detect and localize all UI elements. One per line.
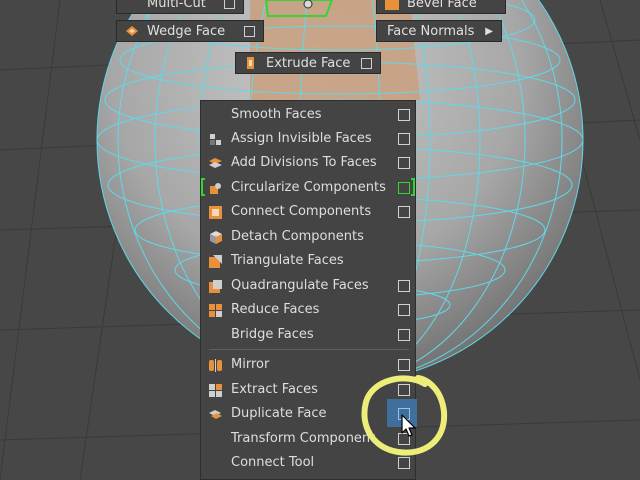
wedge-face-option-box[interactable]	[244, 25, 255, 37]
menu-item-label: Add Divisions To Faces	[231, 155, 377, 170]
menu-item-label: Bridge Faces	[231, 327, 314, 342]
highlight-bracket-left	[201, 178, 205, 196]
menu-divider	[209, 349, 409, 350]
bevel-face-label: Bevel Face	[407, 0, 477, 11]
menu-item-label: Smooth Faces	[231, 107, 322, 122]
add-divisions-icon	[209, 158, 222, 168]
menu-item-label: Assign Invisible Faces	[231, 131, 372, 146]
invisible-faces-icon	[210, 134, 221, 145]
mouse-cursor-icon	[401, 414, 416, 437]
menu-item-label: Triangulate Faces	[231, 253, 344, 268]
menu-item-label: Extract Faces	[231, 382, 318, 397]
menu-item-label: Reduce Faces	[231, 302, 320, 317]
mirror-icon	[209, 359, 222, 372]
bevel-face-item[interactable]: Bevel Face	[376, 0, 506, 14]
menu-item-label: Detach Components	[231, 229, 364, 244]
menu-item-quadrangulate-faces[interactable]: Quadrangulate Faces	[201, 274, 415, 298]
extrude-face-label: Extrude Face	[266, 55, 351, 71]
option-box[interactable]	[398, 329, 410, 341]
menu-item-add-divisions-to-faces[interactable]: Add Divisions To Faces	[201, 151, 415, 175]
menu-item-label: Duplicate Face	[231, 406, 327, 421]
option-box[interactable]	[398, 182, 410, 194]
wedge-face-item[interactable]: Wedge Face	[116, 20, 264, 42]
extrude-face-item[interactable]: Extrude Face	[235, 52, 381, 74]
option-box[interactable]	[398, 133, 410, 145]
bevel-face-icon	[385, 0, 399, 10]
menu-item-label: Quadrangulate Faces	[231, 278, 369, 293]
option-box[interactable]	[398, 109, 410, 121]
menu-item-label: Connect Tool	[231, 455, 315, 470]
option-box[interactable]	[398, 206, 410, 218]
extrude-face-option-box[interactable]	[361, 57, 372, 69]
menu-item-bridge-faces[interactable]: Bridge Faces	[201, 323, 415, 347]
menu-item-connect-components[interactable]: Connect Components	[201, 200, 415, 224]
menu-item-assign-invisible-faces[interactable]: Assign Invisible Faces	[201, 127, 415, 151]
duplicate-face-icon	[209, 410, 222, 419]
menu-item-detach-components[interactable]: Detach Components	[201, 225, 415, 249]
option-box[interactable]	[398, 304, 410, 316]
extrude-face-icon	[247, 57, 254, 69]
menu-item-triangulate-faces[interactable]: Triangulate Faces	[201, 249, 415, 273]
option-box[interactable]	[398, 359, 410, 371]
submenu-arrow-icon: ▶	[485, 25, 493, 37]
circularize-icon	[210, 183, 221, 194]
quadrangulate-icon	[209, 280, 222, 293]
menu-item-label: Mirror	[231, 357, 270, 372]
multi-cut-label: Multi-Cut	[147, 0, 206, 11]
triangulate-icon	[209, 255, 222, 268]
menu-item-mirror[interactable]: Mirror	[201, 353, 415, 377]
menu-item-label: Connect Components	[231, 204, 372, 219]
marking-menu-panel: Smooth Faces Assign Invisible Faces Add …	[200, 100, 417, 480]
multi-cut-option-box[interactable]	[224, 0, 235, 9]
wedge-face-icon	[126, 26, 138, 36]
highlight-bracket-right	[411, 178, 415, 196]
menu-item-circularize-components[interactable]: Circularize Components	[201, 176, 415, 200]
menu-item-duplicate-face[interactable]: Duplicate Face	[201, 402, 415, 426]
reduce-faces-icon	[209, 304, 222, 317]
connect-components-icon	[209, 206, 222, 219]
extract-faces-icon	[209, 384, 222, 397]
wedge-face-label: Wedge Face	[147, 23, 226, 39]
menu-item-label: Transform Component	[231, 431, 376, 446]
menu-item-extract-faces[interactable]: Extract Faces	[201, 378, 415, 402]
option-box[interactable]	[398, 457, 410, 469]
option-box[interactable]	[398, 280, 410, 292]
menu-item-connect-tool[interactable]: Connect Tool	[201, 451, 415, 475]
face-normals-label: Face Normals	[387, 23, 475, 39]
option-box[interactable]	[398, 157, 410, 169]
menu-item-transform-component[interactable]: Transform Component	[201, 427, 415, 451]
face-normals-item[interactable]: Face Normals ▶	[376, 20, 502, 42]
menu-item-smooth-faces[interactable]: Smooth Faces	[201, 103, 415, 127]
multi-cut-item[interactable]: Multi-Cut	[116, 0, 244, 14]
option-box[interactable]	[398, 384, 410, 396]
detach-components-icon	[210, 231, 222, 244]
menu-item-reduce-faces[interactable]: Reduce Faces	[201, 298, 415, 322]
menu-item-label: Circularize Components	[231, 180, 386, 195]
